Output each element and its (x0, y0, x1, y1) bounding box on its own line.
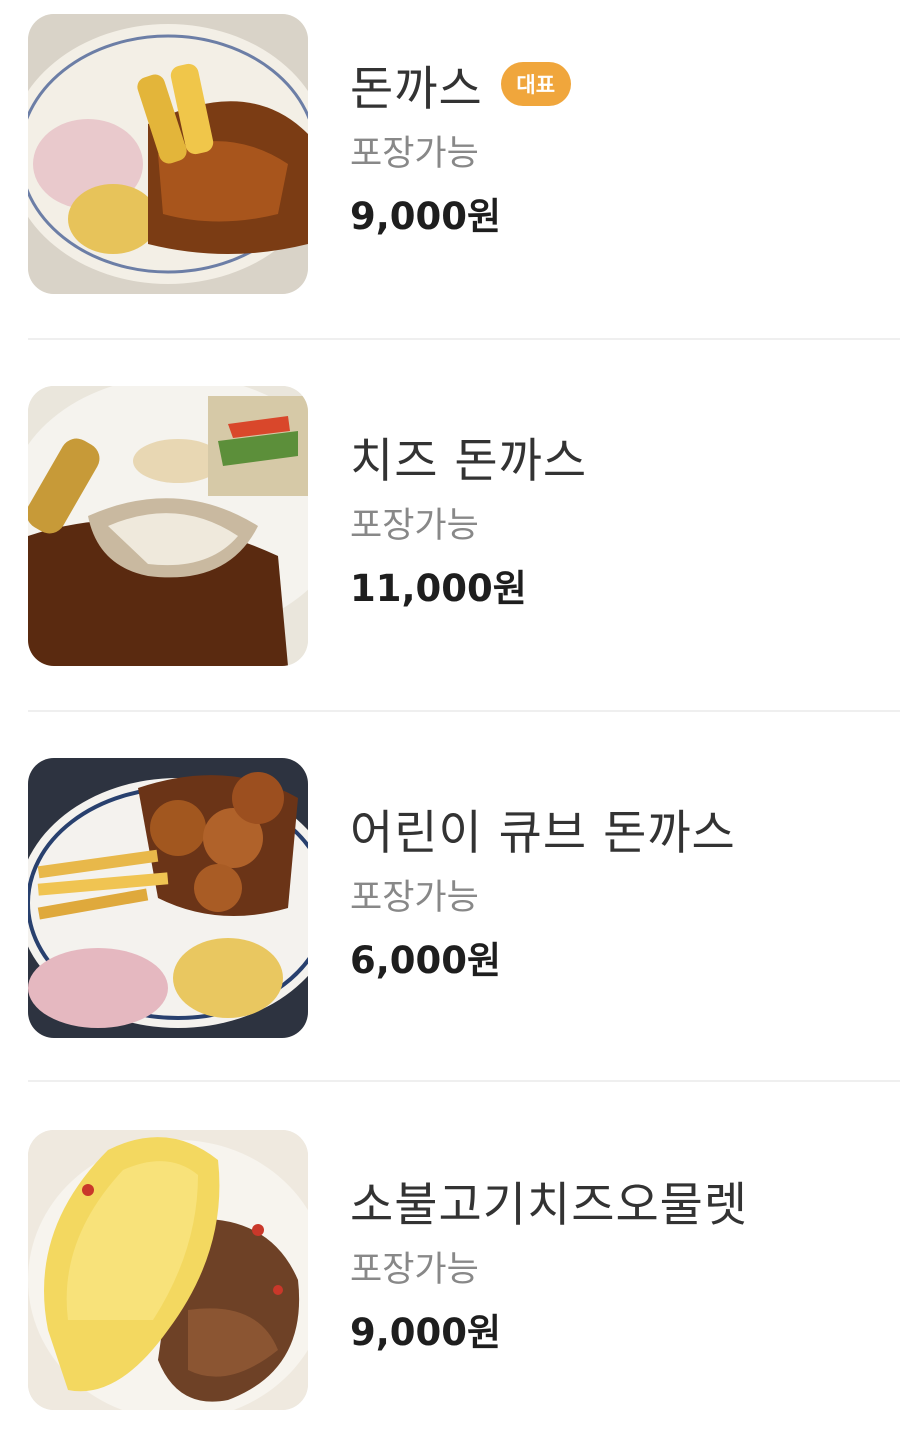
menu-item-image (28, 386, 308, 666)
divider (28, 1080, 900, 1082)
signature-badge: 대표 (500, 62, 571, 106)
menu-item-name-row: 돈까스 대표 (350, 52, 870, 117)
menu-item-name: 소불고기치즈오물렛 (350, 1177, 749, 1233)
menu-list: 돈까스 대표 포장가능 9,000원 치즈 돈까스 포장가능 11,000원 어… (0, 0, 900, 1438)
menu-item-cheese-donkatsu[interactable]: 치즈 돈까스 포장가능 11,000원 (0, 372, 900, 742)
menu-item-image (28, 14, 308, 294)
menu-item-price: 11,000원 (350, 567, 527, 610)
menu-item-kids-cube-donkatsu[interactable]: 어린이 큐브 돈까스 포장가능 6,000원 (0, 744, 900, 1114)
menu-item-price: 6,000원 (350, 939, 502, 982)
menu-item-price: 9,000원 (350, 1311, 502, 1354)
divider (28, 338, 900, 340)
menu-item-name: 치즈 돈까스 (350, 433, 588, 489)
menu-item-name-row: 치즈 돈까스 (350, 424, 870, 489)
menu-item-image (28, 758, 308, 1038)
divider (28, 710, 900, 712)
menu-item-name-row: 소불고기치즈오물렛 (350, 1168, 870, 1233)
menu-item-bulgogi-cheese-omelette[interactable]: 소불고기치즈오물렛 포장가능 9,000원 (0, 1116, 900, 1438)
menu-item-price: 9,000원 (350, 195, 502, 238)
menu-item-image (28, 1130, 308, 1410)
takeout-label: 포장가능 (350, 878, 479, 918)
menu-item-name-row: 어린이 큐브 돈까스 (350, 796, 870, 861)
menu-item-info: 어린이 큐브 돈까스 포장가능 6,000원 (350, 796, 870, 986)
menu-item-donkatsu[interactable]: 돈까스 대표 포장가능 9,000원 (0, 0, 900, 370)
menu-item-name: 어린이 큐브 돈까스 (350, 805, 736, 861)
takeout-label: 포장가능 (350, 506, 479, 546)
takeout-label: 포장가능 (350, 134, 479, 174)
menu-item-name: 돈까스 (350, 61, 483, 117)
menu-item-info: 치즈 돈까스 포장가능 11,000원 (350, 424, 870, 614)
menu-item-info: 소불고기치즈오물렛 포장가능 9,000원 (350, 1168, 870, 1358)
takeout-label: 포장가능 (350, 1250, 479, 1290)
menu-item-info: 돈까스 대표 포장가능 9,000원 (350, 52, 870, 242)
